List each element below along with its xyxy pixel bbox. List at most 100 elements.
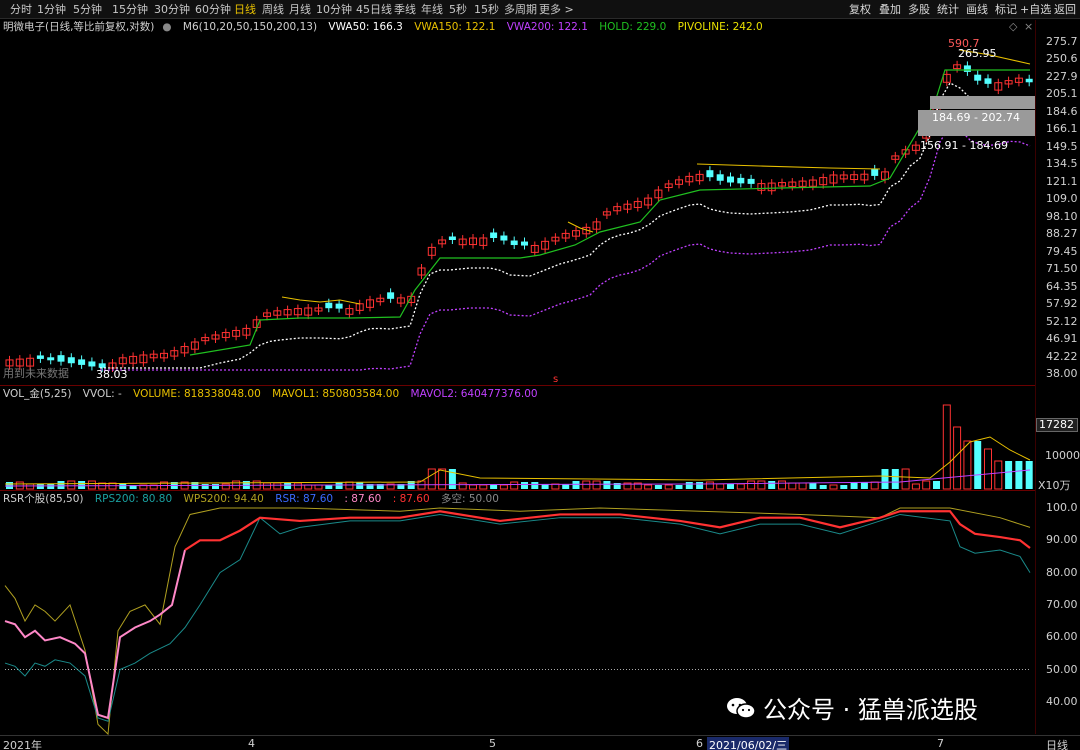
volume-bar xyxy=(582,480,591,490)
volume-bar xyxy=(747,480,756,490)
candle-body xyxy=(974,74,982,81)
axis-separator xyxy=(1035,20,1036,734)
volume-bar xyxy=(840,485,848,489)
volume-bar xyxy=(778,480,786,490)
volume-bar xyxy=(788,482,797,490)
volume-bar xyxy=(644,484,653,490)
price-axis-tick: 38.00 xyxy=(1046,367,1078,380)
date-label-jul: 7 xyxy=(937,737,944,750)
candle-body xyxy=(47,357,55,361)
rsr-axis-tick: 70.00 xyxy=(1046,597,1078,611)
date-label-may: 5 xyxy=(489,737,496,750)
volume-bar xyxy=(67,480,76,490)
volume-bar xyxy=(727,484,734,489)
candle-body xyxy=(490,232,498,238)
volume-bar xyxy=(221,483,230,490)
range-note-label: 156.91 - 184.69 xyxy=(920,139,1008,152)
signal-marker: s xyxy=(553,374,559,385)
date-label-jun: 6 xyxy=(696,737,703,750)
volume-bar xyxy=(974,441,982,489)
rsr-red-line xyxy=(184,510,1031,551)
volume-bar xyxy=(273,482,282,490)
volume-bar xyxy=(798,482,807,490)
rps200-label: RPS200: 80.80 xyxy=(94,493,173,505)
candle-body xyxy=(78,359,86,365)
volume-bar xyxy=(263,482,271,490)
candle-body xyxy=(57,355,65,362)
candle-body xyxy=(963,65,971,72)
volume-bar xyxy=(427,468,436,490)
price-axis-tick: 227.9 xyxy=(1046,69,1078,83)
price-axis-tick: 64.35 xyxy=(1046,279,1078,293)
volume-bar xyxy=(696,482,704,489)
volume-bar xyxy=(933,481,940,489)
price-axis-tick: 42.22 xyxy=(1046,349,1078,363)
volume-bar xyxy=(901,468,910,490)
price-axis-tick: 205.1 xyxy=(1046,87,1078,101)
price-axis-tick: 79.45 xyxy=(1046,244,1078,258)
volume-bar xyxy=(469,484,477,490)
candle-body xyxy=(325,302,333,309)
kline-chart xyxy=(4,49,1036,736)
candle-body xyxy=(727,176,734,183)
volume-bar xyxy=(963,440,972,490)
price-axis-tick: 71.50 xyxy=(1046,262,1078,276)
candle-body xyxy=(737,177,745,184)
volume-bar xyxy=(521,482,528,489)
volume-bar xyxy=(458,482,467,490)
volume-bar xyxy=(510,481,519,490)
candle-body xyxy=(984,78,992,84)
volume-bar xyxy=(499,484,508,490)
candle-body xyxy=(747,178,755,184)
volume-bar xyxy=(891,469,899,489)
volume-indicator-name: VOL_金(5,25) xyxy=(3,388,72,400)
wps200-label: WPS200: 94.40 xyxy=(183,493,264,505)
candle-body xyxy=(88,361,96,367)
volume-bar xyxy=(809,483,817,489)
price-axis-tick: 98.10 xyxy=(1046,209,1078,223)
volume-bar xyxy=(984,448,992,490)
candle-body xyxy=(36,355,44,359)
volume-bar xyxy=(757,480,766,490)
volume-bar xyxy=(654,485,662,489)
volume-bar xyxy=(1025,461,1033,489)
rsr-label: RSR: 87.60 xyxy=(275,493,334,505)
price-axis-tick: 46.91 xyxy=(1046,332,1078,346)
volume-bar xyxy=(201,484,209,489)
volume-bar xyxy=(685,482,693,489)
box-range-label: 184.69 - 202.74 xyxy=(932,111,1020,124)
candle-body xyxy=(387,292,395,299)
volume-bar xyxy=(438,468,447,490)
volume-value-label: VOLUME: 818338048.00 xyxy=(133,388,261,400)
volume-bar xyxy=(531,482,539,489)
volume-bar xyxy=(664,484,673,490)
rsr-axis-tick: 90.00 xyxy=(1046,533,1078,547)
candle-body xyxy=(448,236,456,240)
volume-axis-mid: 10000 xyxy=(1045,449,1080,462)
rsr-pink-line xyxy=(4,549,186,720)
volume-bar xyxy=(942,404,951,490)
candle-body xyxy=(500,235,508,241)
price-axis-tick: 134.5 xyxy=(1046,157,1078,171)
volume-bar xyxy=(736,483,745,490)
volume-bar xyxy=(490,485,498,489)
candle-body xyxy=(1025,78,1033,83)
candle-body xyxy=(716,174,724,181)
price-axis-tick: 166.1 xyxy=(1046,122,1078,136)
rsr-pink-label: : 87.60 xyxy=(344,493,382,505)
price-axis-tick: 109.0 xyxy=(1046,192,1078,206)
rsr-red-label: : 87.60 xyxy=(392,493,430,505)
mavol2-label: MAVOL2: 640477376.00 xyxy=(410,388,538,400)
volume-bar xyxy=(994,460,1003,490)
pivot-line xyxy=(281,296,361,305)
watermark-text: 公众号 · 猛兽派选股 xyxy=(763,696,978,724)
candle-body xyxy=(67,357,75,364)
rsr-indicator-name: RSR个股(85,50) xyxy=(3,493,84,505)
volume-bar xyxy=(47,484,55,489)
volume-bar xyxy=(78,481,86,489)
volume-bar xyxy=(36,484,44,489)
price-axis-tick: 121.1 xyxy=(1046,174,1078,188)
volume-bar xyxy=(705,481,714,490)
pivot-line xyxy=(696,163,881,170)
wechat-watermark: 公众号 · 猛兽派选股 xyxy=(725,690,978,725)
